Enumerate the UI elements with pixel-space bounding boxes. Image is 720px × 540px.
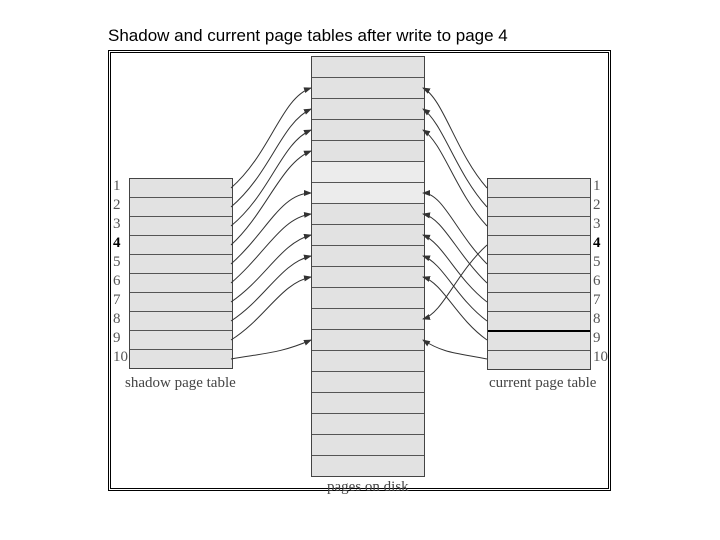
current-row xyxy=(488,179,590,197)
current-num-3: 3 xyxy=(593,216,601,233)
disk-row xyxy=(312,455,424,476)
shadow-num-2: 2 xyxy=(113,197,121,214)
current-num-8: 8 xyxy=(593,311,601,328)
current-num-5: 5 xyxy=(593,254,601,271)
current-row xyxy=(488,350,590,369)
shadow-page-table xyxy=(129,178,233,369)
shadow-num-6: 6 xyxy=(113,273,121,290)
shadow-num-9: 9 xyxy=(113,330,121,347)
current-num-7: 7 xyxy=(593,292,601,309)
shadow-num-10: 10 xyxy=(113,349,128,366)
disk-row xyxy=(312,203,424,224)
shadow-row xyxy=(130,292,232,311)
disk-row xyxy=(312,392,424,413)
shadow-num-4: 4 xyxy=(113,235,121,252)
disk-label: pages on disk xyxy=(327,479,409,496)
shadow-num-3: 3 xyxy=(113,216,121,233)
disk-row xyxy=(312,182,424,203)
current-row xyxy=(488,330,590,350)
diagram-frame: 1 2 3 4 5 6 7 8 9 10 xyxy=(108,50,611,491)
disk-row xyxy=(312,140,424,161)
current-num-10: 10 xyxy=(593,349,608,366)
disk-row xyxy=(312,350,424,371)
current-page-table xyxy=(487,178,591,370)
disk-row xyxy=(312,161,424,182)
disk-row xyxy=(312,57,424,77)
disk-row xyxy=(312,224,424,245)
current-num-6: 6 xyxy=(593,273,601,290)
shadow-row xyxy=(130,179,232,197)
disk-row xyxy=(312,287,424,308)
current-num-9: 9 xyxy=(593,330,601,347)
disk-row xyxy=(312,434,424,455)
disk-row xyxy=(312,77,424,98)
pages-on-disk xyxy=(311,56,425,477)
shadow-num-8: 8 xyxy=(113,311,121,328)
shadow-row xyxy=(130,254,232,273)
shadow-row xyxy=(130,273,232,292)
disk-row xyxy=(312,413,424,434)
current-row xyxy=(488,273,590,292)
disk-row xyxy=(312,308,424,329)
current-row xyxy=(488,235,590,254)
shadow-row xyxy=(130,349,232,368)
disk-row xyxy=(312,98,424,119)
current-num-4: 4 xyxy=(593,235,601,252)
shadow-row xyxy=(130,330,232,349)
current-row xyxy=(488,292,590,311)
diagram-title: Shadow and current page tables after wri… xyxy=(108,26,508,46)
disk-row xyxy=(312,329,424,350)
current-row xyxy=(488,197,590,216)
shadow-label: shadow page table xyxy=(125,375,236,392)
disk-row xyxy=(312,245,424,266)
shadow-num-1: 1 xyxy=(113,178,121,195)
shadow-row xyxy=(130,235,232,254)
disk-row xyxy=(312,119,424,140)
shadow-row xyxy=(130,197,232,216)
shadow-row xyxy=(130,311,232,330)
current-row xyxy=(488,216,590,235)
current-row xyxy=(488,311,590,330)
disk-row xyxy=(312,371,424,392)
shadow-num-7: 7 xyxy=(113,292,121,309)
current-row xyxy=(488,254,590,273)
shadow-num-5: 5 xyxy=(113,254,121,271)
current-num-2: 2 xyxy=(593,197,601,214)
disk-row xyxy=(312,266,424,287)
current-label: current page table xyxy=(489,375,596,392)
current-num-1: 1 xyxy=(593,178,601,195)
shadow-row xyxy=(130,216,232,235)
